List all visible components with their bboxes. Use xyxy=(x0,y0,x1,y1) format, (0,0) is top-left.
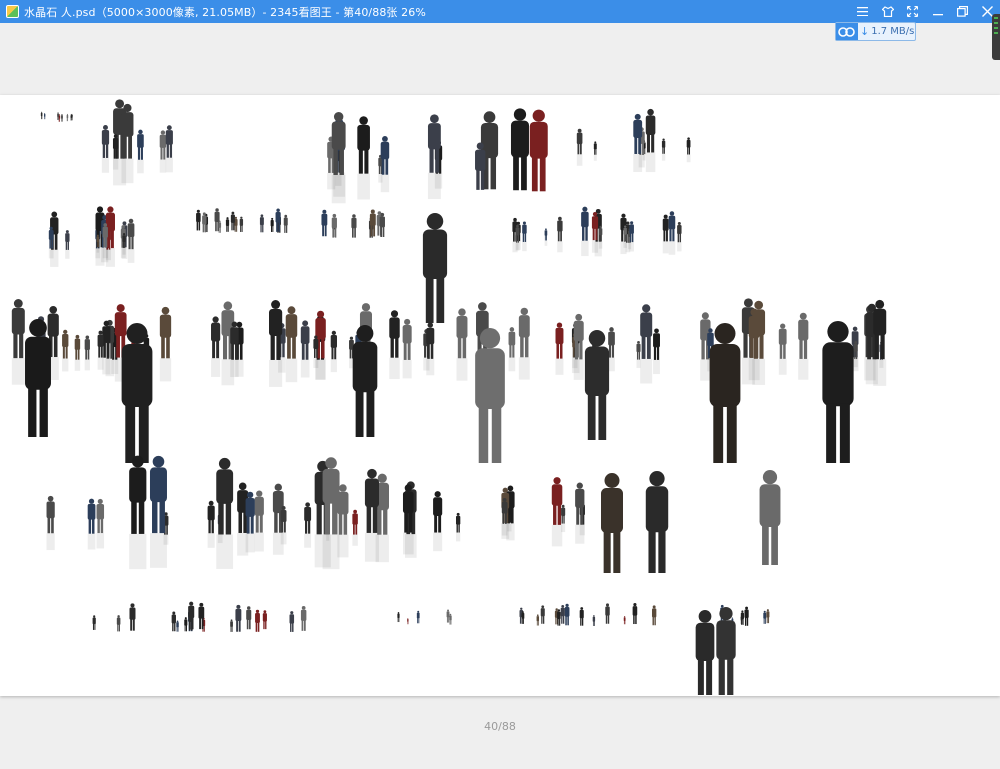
cloud-download-icon xyxy=(836,23,858,40)
fullscreen-icon[interactable] xyxy=(900,0,925,23)
title-bar: 水晶石 人.psd（5000×3000像素, 21.05MB）- 2345看图王… xyxy=(0,0,1000,23)
image-canvas[interactable] xyxy=(0,95,1000,696)
down-arrow-icon: ↓ xyxy=(860,25,870,38)
minimize-icon[interactable] xyxy=(925,0,950,23)
window-controls xyxy=(850,0,1000,23)
window-title: 水晶石 人.psd（5000×3000像素, 21.05MB）- 2345看图王… xyxy=(24,5,426,19)
page-indicator: 40/88 xyxy=(484,720,516,733)
download-speed-widget[interactable]: ↓ 1.7 MB/s xyxy=(835,22,916,41)
menu-icon[interactable] xyxy=(850,0,875,23)
app-icon xyxy=(6,5,19,18)
restore-icon[interactable] xyxy=(950,0,975,23)
people-cutouts-image xyxy=(11,99,887,695)
download-speed: 1.7 MB/s xyxy=(871,26,915,37)
side-dock-widget[interactable] xyxy=(992,14,1000,60)
skin-icon[interactable] xyxy=(875,0,900,23)
